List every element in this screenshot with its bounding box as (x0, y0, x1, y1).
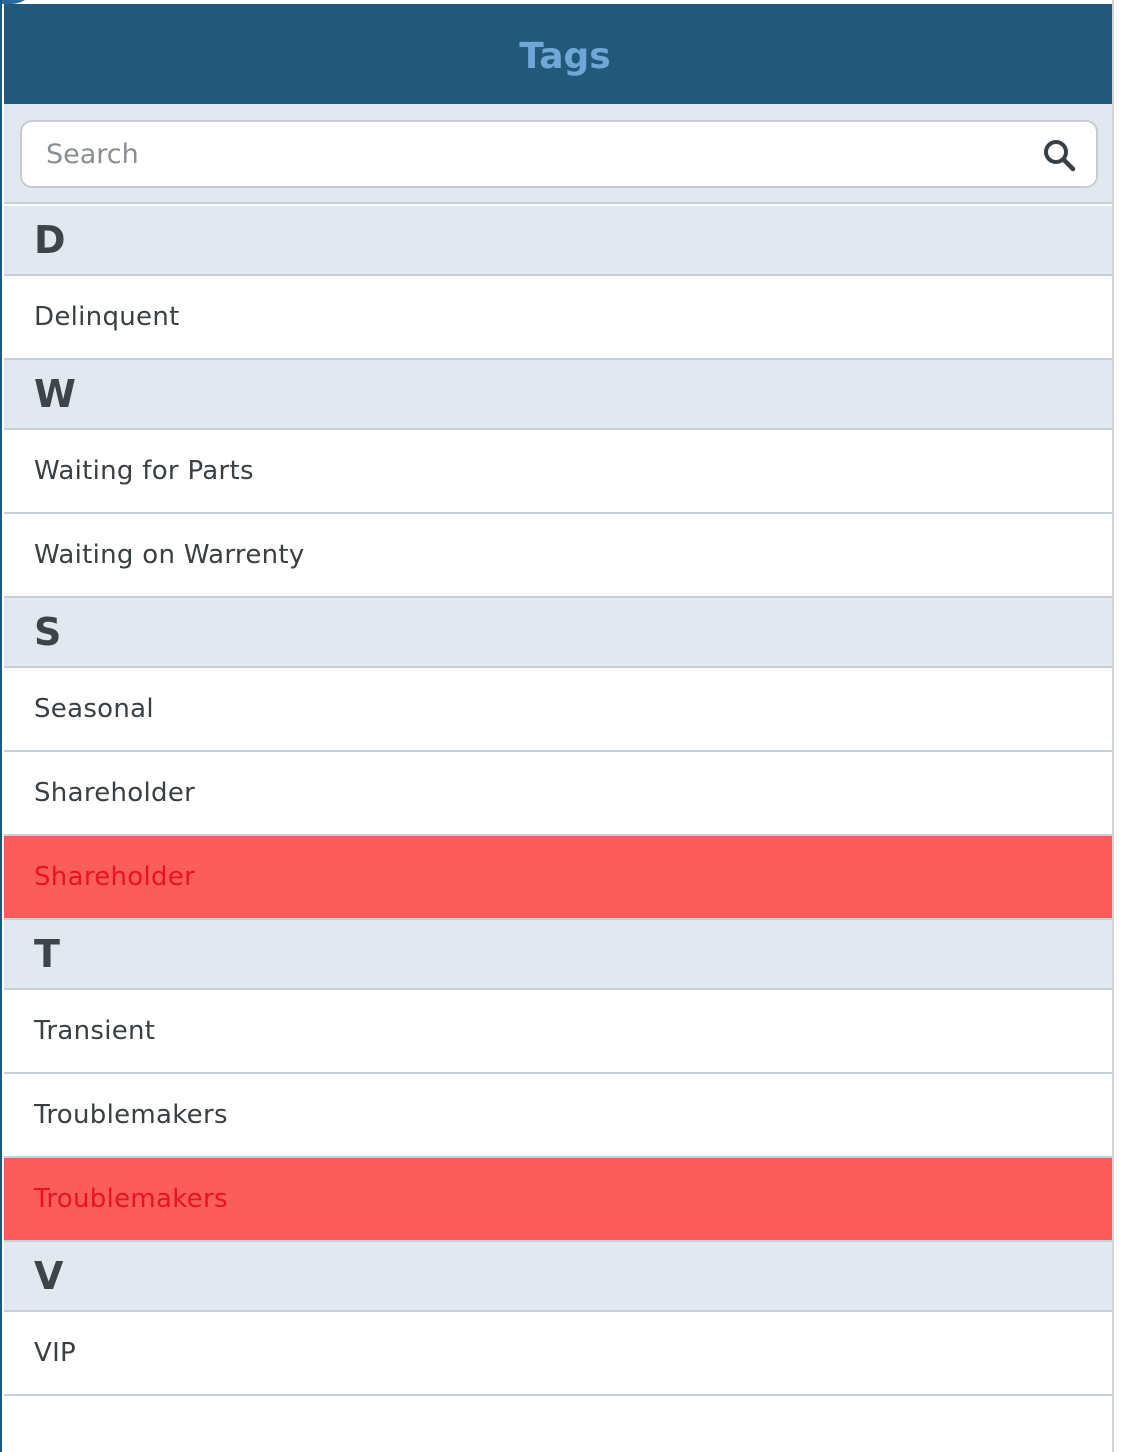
list-item-label: Delinquent (34, 302, 180, 332)
list-item[interactable]: Waiting on Warrenty (4, 514, 1112, 598)
list-item-label: VIP (34, 1338, 77, 1368)
list-item[interactable]: Transient (4, 990, 1112, 1074)
section-header-v: V (4, 1242, 1112, 1312)
search-bar (4, 104, 1112, 204)
section-header-t: T (4, 920, 1112, 990)
list-item-label: Shareholder (34, 778, 196, 808)
search-input[interactable] (22, 122, 1022, 186)
list-item[interactable]: Seasonal (4, 668, 1112, 752)
section-header-s: S (4, 598, 1112, 668)
list-item-flagged[interactable]: Troublemakers (4, 1158, 1112, 1242)
list-item[interactable]: Shareholder (4, 752, 1112, 836)
list-item-label: Shareholder (34, 862, 196, 892)
page-title: Tags (519, 35, 611, 77)
list-item-flagged[interactable]: Shareholder (4, 836, 1112, 920)
tag-list: D Delinquent W Waiting for Parts Waiting… (4, 206, 1112, 1396)
list-item-label: Waiting on Warrenty (34, 540, 305, 570)
section-header-w: W (4, 360, 1112, 430)
search-box[interactable] (20, 120, 1098, 188)
list-item[interactable]: Troublemakers (4, 1074, 1112, 1158)
tags-panel: Tags D Delinquent W Waiting for Parts Wa… (0, 0, 1114, 1452)
list-item-label: Waiting for Parts (34, 456, 254, 486)
list-item-label: Troublemakers (34, 1100, 228, 1130)
section-header-d: D (4, 206, 1112, 276)
header-bar: Tags (4, 4, 1112, 104)
search-icon[interactable] (1042, 138, 1076, 172)
list-item-label: Seasonal (34, 694, 154, 724)
list-item-label: Troublemakers (34, 1184, 228, 1214)
list-item[interactable]: Delinquent (4, 276, 1112, 360)
list-item[interactable]: Waiting for Parts (4, 430, 1112, 514)
list-item-label: Transient (34, 1016, 156, 1046)
list-item[interactable]: VIP (4, 1312, 1112, 1396)
